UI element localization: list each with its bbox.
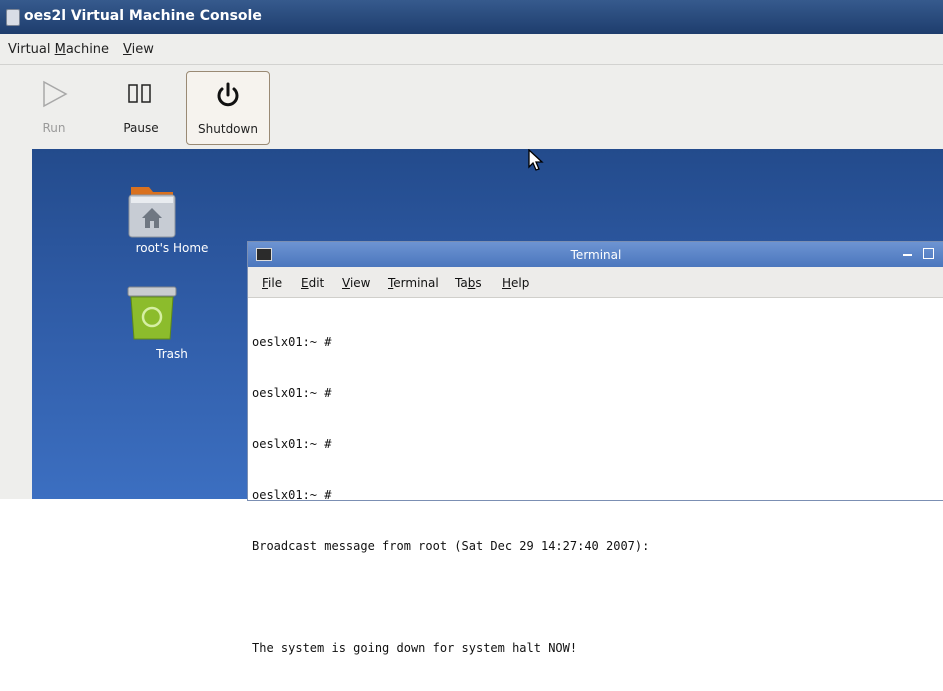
pause-icon [128,84,151,103]
menu-view[interactable]: View [123,42,154,57]
trash-icon [127,286,177,340]
vm-console-icon [6,9,20,26]
window-titlebar[interactable]: oes2l Virtual Machine Console [0,0,943,34]
terminal-menu-terminal[interactable]: Terminal [388,276,439,290]
terminal-line: The system is going down for system halt… [252,641,578,655]
terminal-window[interactable]: Terminal File Edit View Terminal Tabs He… [247,241,943,655]
minimize-icon[interactable] [903,254,912,256]
shutdown-button[interactable]: Shutdown [186,71,270,145]
terminal-line: oeslx01:~ # [252,335,332,349]
terminal-menubar: File Edit View Terminal Tabs Help [248,267,943,298]
terminal-menu-tabs[interactable]: Tabs [455,276,482,290]
terminal-line: Broadcast message from root (Sat Dec 29 … [252,539,650,553]
terminal-menu-file[interactable]: File [262,276,282,290]
terminal-menu-help[interactable]: Help [502,276,529,290]
menu-virtual-machine[interactable]: Virtual Machine [8,42,109,57]
desktop-icon-home[interactable] [114,181,214,271]
terminal-menu-edit[interactable]: Edit [301,276,324,290]
power-icon [217,82,239,107]
terminal-line: oeslx01:~ # [252,386,332,400]
home-folder-icon [128,187,176,238]
desktop-label-trash: Trash [156,347,188,361]
pause-label: Pause [123,121,159,135]
maximize-icon[interactable] [923,248,934,259]
terminal-menu-view[interactable]: View [342,276,370,290]
desktop-label-home: root's Home [135,241,209,255]
shutdown-label: Shutdown [198,122,258,136]
terminal-line: oeslx01:~ # [252,437,332,451]
mouse-cursor-icon [528,149,544,171]
window-title: oes2l Virtual Machine Console [24,8,262,24]
run-label: Run [42,121,66,135]
pause-button[interactable]: Pause [100,71,182,143]
menubar: Virtual Machine View [0,34,943,65]
terminal-title: Terminal [570,248,622,262]
run-button[interactable]: Run [13,71,95,143]
terminal-titlebar[interactable]: Terminal [248,242,943,267]
terminal-output[interactable]: oeslx01:~ # oeslx01:~ # oeslx01:~ # oesl… [252,300,940,691]
toolbar: Run Pause Shutdown [0,65,943,149]
terminal-line: oeslx01:~ # [252,488,332,502]
play-icon [43,80,68,108]
